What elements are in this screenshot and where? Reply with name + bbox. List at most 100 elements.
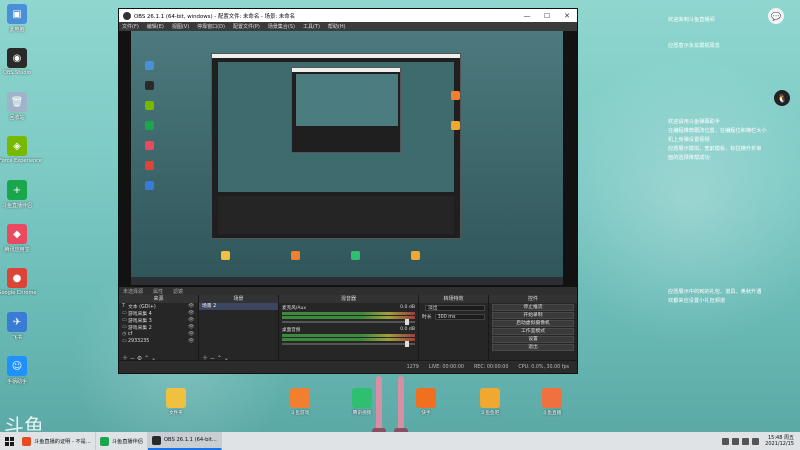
panel-tip: 机上身弹设置视频 [668,137,710,143]
menu-item[interactable]: 编辑(E) [147,23,164,30]
channel-db: 0.0 dB [400,327,415,332]
desktop-icon[interactable]: ◉ OBS Studio [2,48,32,90]
control-button[interactable]: 停止推流 [492,304,574,311]
chat-bubble-icon[interactable]: 💬 [768,8,784,24]
source-name: 游戏采集 3 [128,319,152,324]
source-item[interactable]: ▭ 游戏采集 2 👁 [119,324,198,331]
dock-title: 转场特效 [419,295,488,303]
desktop-icon[interactable]: ✈ 飞书 [2,312,32,354]
menu-item[interactable]: 配置文件(P) [233,23,260,30]
taskbar-item[interactable]: 斗鱼直播伴侣 [96,432,148,450]
channel-name: 桌面音频 [282,328,301,333]
minimize-icon[interactable]: — [517,12,537,20]
desktop-icon[interactable]: 🗑 回收站 [2,92,32,134]
penguin-icon[interactable]: 🐧 [774,90,790,106]
eye-icon[interactable]: 👁 [188,339,198,344]
menu-item[interactable]: 场景集合(S) [268,23,295,30]
desktop-icon[interactable]: + 斗鱼直播伴侣 [2,180,32,222]
computer-icon: ▣ [7,4,27,24]
maximize-icon[interactable]: ☐ [537,12,557,20]
desktop-icon[interactable]: 斗鱼游戏 [288,388,312,422]
desktop-icon-label: 斗鱼游戏 [290,411,310,416]
control-button[interactable]: 启动虚拟摄像机 [492,320,574,327]
obs-menubar: 文件(F) 编辑(E) 视图(V) 停靠窗口(D) 配置文件(P) 场景集合(S) 工具(T… [119,22,577,31]
start-button[interactable] [0,432,18,450]
menu-item[interactable]: 停靠窗口(D) [197,23,225,30]
source-name: 游戏采集 4 [128,312,152,317]
desktop-icon[interactable]: 斗鱼直播 [540,388,564,422]
clock[interactable]: 15:48 周五 2021/12/15 [765,435,794,447]
video-player-icon [352,388,372,408]
transition-select[interactable]: 淡出 [425,304,485,311]
desktop-icon-label: 飞书 [11,335,22,341]
desktop-icon-label: 斗鱼鱼吧 [480,411,500,416]
cpu-status: CPU: 0.0%, 30.00 fps [518,364,569,370]
control-button[interactable]: 工作室模式 [492,328,574,335]
desktop-icon[interactable]: 文件夹 [164,388,188,422]
taskbar-item[interactable]: OBS 26.1.1 (64-bit... [147,432,222,450]
tray-app-icon[interactable] [722,437,730,445]
volume-slider[interactable] [282,341,415,347]
source-item[interactable]: T 文本 (GDI+) 👁 [119,303,198,310]
desktop-icon[interactable]: ◈ GeForce Experience [0,136,42,178]
control-button[interactable]: 开始录制 [492,312,574,319]
control-button[interactable]: 退出 [492,344,574,351]
desktop-icon-label: 文件夹 [169,411,183,416]
menu-item[interactable]: 工具(T) [303,23,320,30]
network-icon[interactable] [742,437,750,445]
windows-icon [4,436,14,446]
volume-slider[interactable] [282,319,415,325]
panel-tip: 欢都来应设置小礼包频道 [668,298,726,304]
transition-duration-row[interactable]: 时长 300 ms [419,312,488,321]
obs-window[interactable]: OBS 26.1.1 (64-bit, windows) - 配置文件: 未命名… [118,8,578,374]
douyu-taskbar-icon [22,436,31,446]
taskbar: 斗鱼直播的证明 - 不是... 斗鱼直播伴侣 OBS 26.1.1 (64-bit.… [0,432,800,450]
close-icon[interactable]: ✕ [557,12,577,20]
desktop-icon-label: 此电脑 [9,27,25,33]
desktop-icon[interactable]: 快手 [414,388,438,422]
desktop-icon-label: OBS Studio [3,70,31,76]
desktop-icon[interactable]: ▣ 此电脑 [2,4,32,46]
menu-item[interactable]: 帮助(H) [328,23,346,30]
source-name: 2933235 [128,339,150,344]
scene-item[interactable]: 场景 2 [199,303,278,310]
duration-input[interactable]: 300 ms [434,313,485,320]
mixer-dock: 混音器 麦克风/Aux 0.0 dB 桌面音频 0.0 dB [279,295,419,361]
tray-app-icon[interactable] [732,437,740,445]
source-item[interactable]: ◷ cf 👁 [119,331,198,338]
dock-title: 来源 [119,295,198,303]
obs-titlebar[interactable]: OBS 26.1.1 (64-bit, windows) - 配置文件: 未命名… [119,9,577,22]
eye-icon[interactable]: 👁 [188,304,198,309]
desktop-icon[interactable]: 腾讯视频 [350,388,374,422]
source-toolbar: 未选择源 属性 滤镜 [119,287,577,295]
clock-date: 2021/12/15 [765,441,794,447]
rec-status: REC: 00:00:00 [473,364,509,370]
eye-icon[interactable]: 👁 [188,325,198,330]
menu-item[interactable]: 文件(F) [122,23,139,30]
menu-item[interactable]: 视图(V) [172,23,189,30]
obs-preview[interactable] [119,31,577,287]
source-item[interactable]: ▭ 游戏采集 4 👁 [119,310,198,317]
filters-button[interactable]: 滤镜 [173,288,183,295]
volume-meter [282,312,415,315]
taskbar-item[interactable]: 斗鱼直播的证明 - 不是... [18,432,96,450]
eye-icon[interactable]: 👁 [188,332,198,337]
properties-button[interactable]: 属性 [153,288,163,295]
source-item[interactable]: ▭ 2933235 👁 [119,338,198,345]
volume-icon[interactable] [752,437,760,445]
eye-icon[interactable]: 👁 [188,311,198,316]
desktop-icon[interactable]: 斗鱼鱼吧 [478,388,502,422]
desktop-icon-label: 腾讯应用宝 [4,247,30,253]
eye-icon[interactable]: 👁 [188,318,198,323]
source-item[interactable]: ▭ 游戏采集 3 👁 [119,317,198,324]
desktop-icon[interactable]: ● Google Chrome [0,268,36,310]
transition-type-row[interactable]: 淡出 [419,303,488,312]
desktop-icon[interactable]: ◆ 腾讯应用宝 [2,224,32,266]
volume-meter [282,334,415,337]
desktop-icon[interactable]: ☺ 手柄助手 [2,356,32,398]
mixer-channel: 麦克风/Aux 0.0 dB [279,303,418,325]
system-tray: 15:48 周五 2021/12/15 [719,432,794,450]
live-companion-taskbar-icon [99,436,109,446]
control-button[interactable]: 设置 [492,336,574,343]
obs-docks: 来源 T 文本 (GDI+) 👁 ▭ 游戏采集 4 👁 ▭ 游戏采集 3 👁 ▭ 游戏采集 2 👁 ◷ c… [119,295,577,362]
